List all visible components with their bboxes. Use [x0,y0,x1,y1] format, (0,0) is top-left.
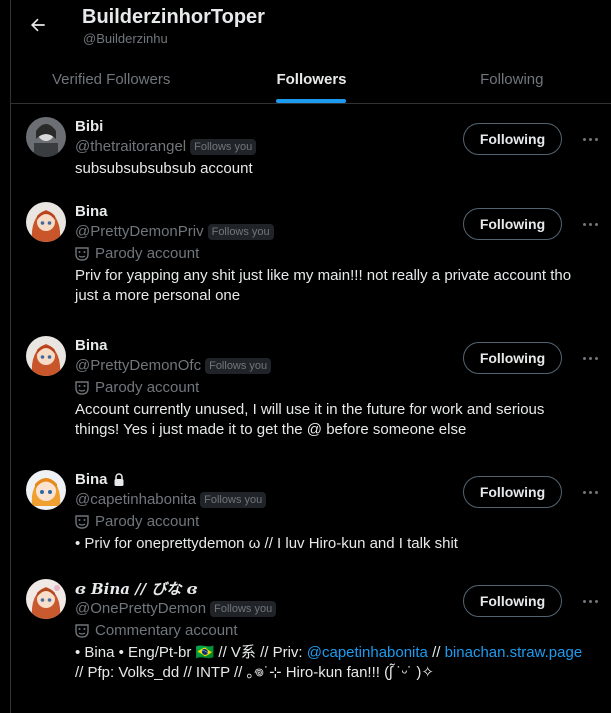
tab-following[interactable]: Following [412,55,611,103]
follows-you-badge: Follows you [205,358,272,374]
more-options-icon[interactable] [578,589,602,613]
tab-verified-followers[interactable]: Verified Followers [11,55,211,103]
tab-label: Following [480,70,544,88]
more-options-icon[interactable] [578,127,602,151]
lock-icon [114,473,124,486]
follows-you-badge: Follows you [207,224,274,240]
tab-followers[interactable]: Followers [211,55,411,103]
profile-name: BuilderzinhorToper [82,6,265,28]
follows-you-badge: Follows you [200,492,267,508]
profile-handle: @Builderzinhu [83,31,168,46]
user-bio: • Bina • Eng/Pt-br 🇧🇷 // V系 // Priv: @ca… [75,643,596,683]
account-label: Parody account [95,379,200,396]
user-name-text: Bina [75,471,108,488]
user-bio: subsubsubsubsub account [75,160,253,177]
theater-mask-icon [75,247,89,261]
followers-page: BuilderzinhorToper @Builderzinhu Verifie… [10,0,611,713]
following-button[interactable]: Following [463,342,562,374]
theater-mask-icon [75,515,89,529]
following-button[interactable]: Following [463,208,562,240]
user-handle[interactable]: @OnePrettyDemon [75,599,206,619]
bio-text: // Pfp: Volks_dd // INTP // ｡𖦹˙⊹ Hiro-ku… [75,664,434,681]
account-label-row: Parody account [75,244,596,264]
user-bio: Priv for yapping any shit just like my m… [75,267,572,304]
tab-label: Verified Followers [51,70,171,88]
avatar[interactable] [26,117,66,157]
user-handle[interactable]: @thetraitorangel [75,137,186,157]
more-options-icon[interactable] [578,346,602,370]
bio-text: • Bina • Eng/Pt-br 🇧🇷 // V系 // Priv: [75,644,307,661]
bio-mention-link[interactable]: @capetinhabonita [307,644,428,661]
avatar[interactable] [26,470,66,510]
user-bio: Account currently unused, I will use it … [75,401,545,438]
user-cell[interactable]: Bina @PrettyDemonOfc Follows you Parody … [11,324,611,458]
bio-text: // [427,644,445,661]
follows-you-badge: Follows you [190,139,257,155]
more-options-icon[interactable] [578,212,602,236]
avatar[interactable] [26,336,66,376]
account-label: Parody account [95,245,200,262]
user-handle[interactable]: @PrettyDemonOfc [75,356,201,376]
account-label-row: Parody account [75,512,596,532]
following-button[interactable]: Following [463,123,562,155]
account-label: Parody account [95,513,200,530]
following-button[interactable]: Following [463,585,562,617]
follows-you-badge: Follows you [210,601,277,617]
user-bio: • Priv for oneprettydemon ω // I luv Hir… [75,535,458,552]
user-handle[interactable]: @PrettyDemonPriv [75,222,204,242]
account-label-row: Parody account [75,378,596,398]
page-header: BuilderzinhorToper @Builderzinhu Verifie… [11,0,611,104]
user-cell[interactable]: Bina @PrettyDemonPriv Follows you Parody… [11,190,611,324]
active-tab-indicator [276,99,347,103]
account-label: Commentary account [95,622,238,639]
arrow-left-icon [30,18,45,32]
avatar[interactable] [26,579,66,619]
theater-mask-icon [75,624,89,638]
back-button[interactable] [25,12,51,38]
more-options-icon[interactable] [578,480,602,504]
theater-mask-icon [75,381,89,395]
following-button[interactable]: Following [463,476,562,508]
user-cell[interactable]: Bibi @thetraitorangel Follows you subsub… [11,105,611,190]
tab-bar: Verified Followers Followers Following [11,55,611,103]
account-label-row: Commentary account [75,621,596,641]
user-cell[interactable]: ɞ 𝑩𝒊𝒏𝒂 // びな ɞ @OnePrettyDemon Follows y… [11,567,611,707]
bio-url-link[interactable]: binachan.straw.page [445,644,583,661]
user-cell[interactable]: Bina @capetinhabonita Follows you Parody… [11,458,611,567]
user-handle[interactable]: @capetinhabonita [75,490,196,510]
tab-label: Followers [276,70,347,88]
followers-list: Bibi @thetraitorangel Follows you subsub… [11,105,611,707]
avatar[interactable] [26,202,66,242]
